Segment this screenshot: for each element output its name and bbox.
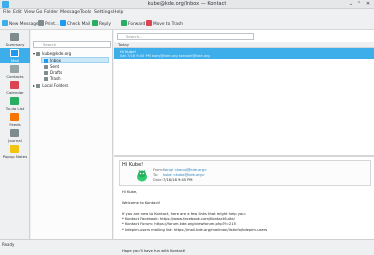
minimize-icon[interactable]: ⌄ (348, 1, 354, 7)
from-link[interactable]: Konqi <konqi@kde.org> (163, 168, 207, 172)
print-icon (38, 20, 44, 26)
sidebar-item-calendar[interactable]: Calendar (0, 80, 30, 95)
maximize-icon[interactable]: ⌃ (356, 1, 362, 7)
mail-main-pane: Search... Today Hi Kube! Sat 7/16 9:45 P… (114, 30, 374, 253)
to-link[interactable]: kube <kube@kde.org> (163, 173, 205, 177)
sent-icon (44, 64, 48, 69)
check-mail-button[interactable]: Check Mail ... (60, 20, 96, 28)
message-row-selected[interactable]: Hi Kube! Sat 7/16 9:45 PM kony@kde.org k… (114, 48, 374, 59)
sidebar-item-mail[interactable]: Mail (0, 48, 30, 63)
menu-bar: File Edit View Go Folder Message Tools S… (0, 9, 374, 18)
menu-message[interactable]: Message (60, 10, 80, 15)
menu-folder[interactable]: Folder (44, 10, 58, 15)
main-toolbar: New Message... Print... Check Mail ... R… (0, 18, 374, 30)
trash-icon (146, 20, 152, 26)
kontact-sidebar: Summary Mail Contacts Calendar To-do Lis… (0, 30, 30, 239)
new-message-button[interactable]: New Message... (2, 20, 43, 28)
reply-button[interactable]: Reply (92, 20, 111, 28)
notes-icon (10, 145, 19, 153)
mail-icon (10, 49, 19, 57)
todo-icon (10, 97, 19, 105)
menu-view[interactable]: View (24, 10, 35, 15)
message-title: Hi Kube! (122, 162, 144, 168)
message-search-input[interactable]: Search... (117, 33, 254, 40)
drafts-icon (44, 70, 48, 75)
window-title: kube@kde.org/Inbox — Kontact (147, 1, 227, 7)
sidebar-item-contacts[interactable]: Contacts (0, 64, 30, 79)
inbox-icon (44, 58, 48, 63)
calendar-icon (10, 81, 19, 89)
compose-icon (2, 20, 8, 26)
reply-icon (92, 20, 98, 26)
menu-tools[interactable]: Tools (80, 10, 91, 15)
title-bar: kube@kde.org/Inbox — Kontact ⌄ ⌃ ✕ (0, 0, 374, 9)
sidebar-item-popup-notes[interactable]: Popup Notes (0, 144, 30, 159)
local-folders-icon (36, 83, 41, 88)
message-viewer: Hi Kube! From:Konqi <konqi@kde.org> To: k… (114, 157, 374, 253)
sidebar-item-feeds[interactable]: Feeds (0, 112, 30, 127)
menu-go[interactable]: Go (36, 10, 42, 15)
collapse-icon[interactable]: ▾ (33, 51, 35, 56)
check-mail-icon (60, 20, 66, 26)
status-bar: Ready (0, 239, 374, 249)
status-text: Ready (2, 242, 15, 247)
menu-settings[interactable]: Settings (94, 10, 113, 15)
move-to-trash-button[interactable]: Move to Trash (146, 20, 183, 28)
close-icon[interactable]: ✕ (365, 1, 371, 7)
folder-search-input[interactable]: Search (33, 41, 111, 48)
menu-file[interactable]: File (3, 10, 11, 15)
account-icon (36, 51, 41, 56)
body-link-line[interactable]: * kdepim-users mailing list: https://mai… (122, 228, 370, 233)
forward-icon (121, 20, 127, 26)
menu-edit[interactable]: Edit (13, 10, 22, 15)
body-line: Hope you'll have fun with Kontact! (122, 249, 186, 254)
summary-icon (10, 33, 19, 41)
contacts-icon (10, 65, 19, 73)
folder-trash[interactable]: Trash (42, 76, 61, 82)
date-field: Date:7/16/18 9:45 PM (153, 178, 193, 182)
konqi-avatar-icon (137, 169, 147, 182)
from-field: From:Konqi <konqi@kde.org> (153, 168, 208, 172)
sidebar-item-summary[interactable]: Summary (0, 32, 30, 47)
body-line: Welcome to Kontact! (122, 200, 161, 205)
menu-help[interactable]: Help (113, 10, 123, 15)
journal-icon (10, 129, 19, 137)
expand-icon[interactable]: ▸ (33, 83, 35, 88)
folder-local-folders[interactable]: ▸ Local Folders (33, 83, 68, 89)
message-header: Hi Kube! From:Konqi <konqi@kde.org> To: k… (119, 160, 371, 186)
print-button[interactable]: Print... (38, 20, 59, 28)
sidebar-item-journal[interactable]: Journal (0, 128, 30, 143)
to-field: To: kube <kube@kde.org> (153, 173, 205, 177)
folder-pane: Search ▾ kube@kde.org Inbox Sent Drafts … (31, 30, 113, 239)
forward-button[interactable]: Forward (121, 20, 145, 28)
kontact-window: kube@kde.org/Inbox — Kontact ⌄ ⌃ ✕ File … (0, 0, 374, 253)
message-meta: Sat 7/16 9:45 PM kony@kde.org konsole@kd… (120, 54, 210, 58)
folder-inbox[interactable]: Inbox (41, 57, 109, 63)
trash-folder-icon (44, 76, 48, 81)
sidebar-item-todo[interactable]: To-do List (0, 96, 30, 111)
feeds-icon (10, 113, 19, 121)
body-line: Hi Kube, (122, 190, 138, 194)
